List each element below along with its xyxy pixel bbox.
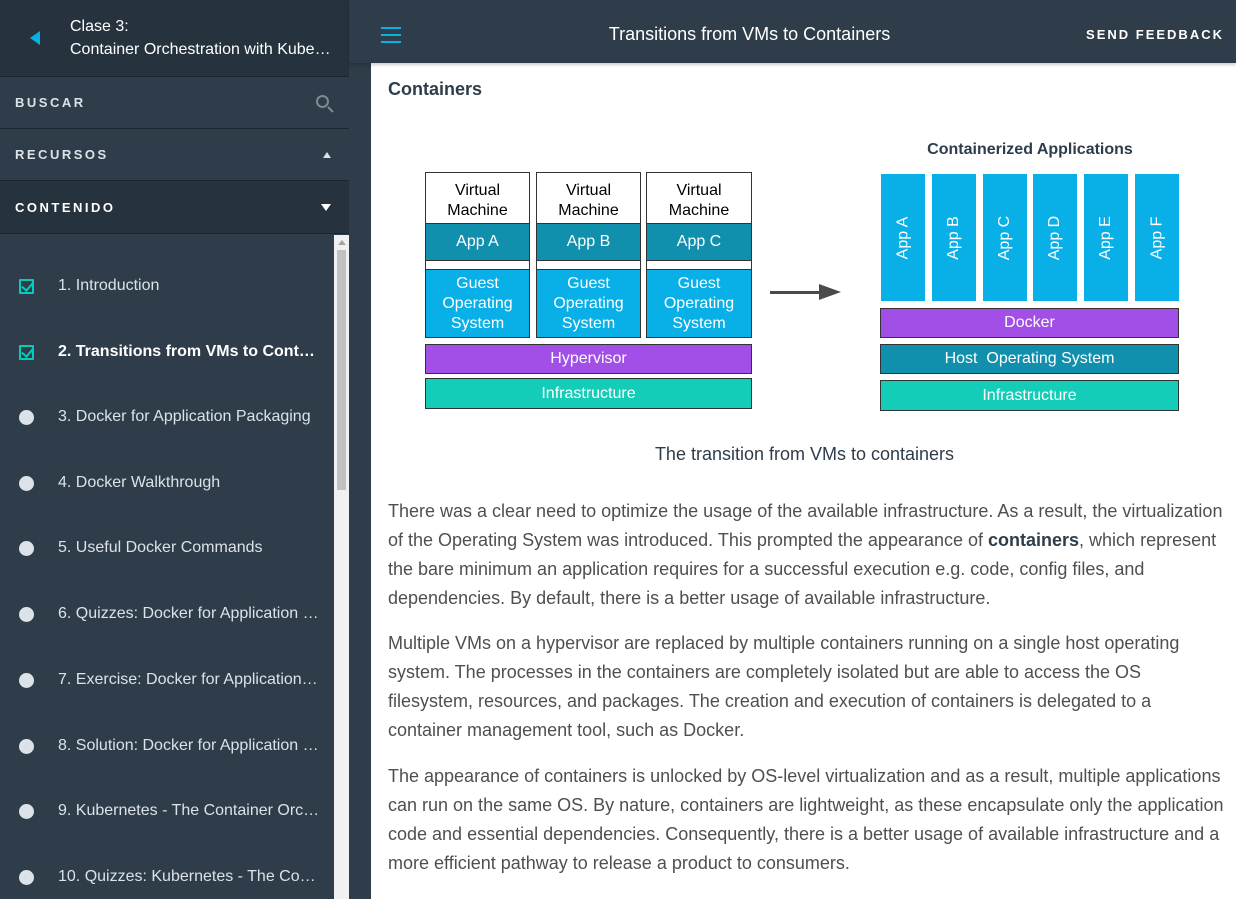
lesson-item[interactable]: 5. Useful Docker Commands [0,528,334,568]
lesson-item[interactable]: 3. Docker for Application Packaging [0,397,334,437]
scrollbar-thumb[interactable] [337,250,346,490]
incomplete-dot-icon [18,409,34,425]
host-os-layer: Host Operating System [880,344,1179,374]
completed-check-icon [18,344,34,360]
incomplete-dot-icon [18,475,34,491]
content-label: CONTENIDO [15,199,116,215]
container-app-e: App E [1083,173,1129,302]
vm-to-container-diagram: Virtual Machine Virtual Machine Virtual Mac… [371,63,1236,443]
guest-os: Guest Operating System [536,269,641,338]
vm-label: Virtual Machine [647,180,751,222]
lesson-list: 1. Introduction 2. Transitions from VMs … [0,235,334,899]
lesson-item[interactable]: 7. Exercise: Docker for Application Pack… [0,660,334,700]
course-header: Clase 3: Container Orchestration with Ku… [0,0,349,77]
incomplete-dot-icon [18,869,34,885]
lesson-label: 3. Docker for Application Packaging [58,408,311,425]
figure-caption: The transition from VMs to containers [654,444,955,464]
hypervisor-layer: Hypervisor [425,344,752,374]
course-title: Clase 3: Container Orchestration with Ku… [70,15,332,61]
vm-app-a: App A [425,223,530,261]
container-app-c: App C [982,173,1028,302]
guest-os: Guest Operating System [646,269,752,338]
container-app-d: App D [1032,173,1078,302]
guest-os: Guest Operating System [425,269,530,338]
page-title: Transitions from VMs to Containers [608,24,891,44]
lesson-item[interactable]: 9. Kubernetes - The Container Orchestrat… [0,791,334,831]
transition-arrow [770,291,822,294]
course-name: Container Orchestration with Kubernetes [70,41,332,58]
vm-app-c: App C [646,223,752,261]
arrow-head-icon [819,284,841,300]
search-row[interactable]: BUSCAR [0,77,349,129]
container-app-b: App B [931,173,977,302]
container-app-a: App A [880,173,926,302]
lesson-label: 10. Quizzes: Kubernetes - The Container … [58,868,320,885]
docker-layer: Docker [880,308,1179,338]
back-button[interactable] [0,31,70,45]
search-label: BUSCAR [15,95,86,110]
lesson-item[interactable]: 8. Solution: Docker for Application Pack… [0,726,334,766]
chevron-down-icon [321,203,331,211]
main-content: Containers Virtual Machine Virtual Machine… [371,63,1236,899]
lesson-label: 1. Introduction [58,277,160,294]
lesson-item[interactable]: 1. Introduction [0,266,334,306]
lesson-label: 9. Kubernetes - The Container Orchestrat… [58,802,320,819]
completed-check-icon [18,278,34,294]
scroll-up-icon[interactable] [338,240,346,245]
incomplete-dot-icon [18,672,34,688]
lesson-item[interactable]: 10. Quizzes: Kubernetes - The Container … [0,857,334,897]
resources-label: RECURSOS [15,147,109,162]
paragraph-2: Multiple VMs on a hypervisor are replace… [388,633,1180,740]
lesson-item[interactable]: 6. Quizzes: Docker for Application Packa… [0,594,334,634]
incomplete-dot-icon [18,803,34,819]
bold-term: containers [988,530,1080,550]
incomplete-dot-icon [18,540,34,556]
lesson-label: 5. Useful Docker Commands [58,539,263,556]
lesson-label: 6. Quizzes: Docker for Application Packa… [58,605,320,622]
sidebar-scrollbar[interactable] [334,235,349,899]
vm-label: Virtual Machine [537,180,640,222]
content-row[interactable]: CONTENIDO [0,181,349,234]
vm-label: Virtual Machine [426,180,529,222]
lesson-label: 2. Transitions from VMs to Containers [58,343,320,360]
paragraph-1: There was a clear need to optimize the u… [388,501,1223,608]
lesson-item-current[interactable]: 2. Transitions from VMs to Containers [0,332,334,372]
vm-app-b: App B [536,223,641,261]
right-infrastructure-layer: Infrastructure [880,380,1179,411]
infrastructure-layer: Infrastructure [425,378,752,409]
lesson-item[interactable]: 4. Docker Walkthrough [0,463,334,503]
lesson-label: 8. Solution: Docker for Application Pack… [58,737,320,754]
resources-row[interactable]: RECURSOS [0,129,349,181]
top-bar: Transitions from VMs to Containers SEND … [349,0,1236,63]
back-arrow-icon [30,31,40,45]
container-app-f: App F [1134,173,1180,302]
search-icon[interactable] [314,93,334,113]
lesson-label: 4. Docker Walkthrough [58,474,221,491]
send-feedback-button[interactable]: SEND FEEDBACK [1086,27,1224,42]
paragraph-3: The appearance of containers is unlocked… [388,766,1224,873]
chevron-up-icon [323,151,331,158]
incomplete-dot-icon [18,738,34,754]
containerized-title: Containerized Applications [927,141,1133,158]
lesson-label: 7. Exercise: Docker for Application Pack… [58,671,320,688]
course-number: Clase 3: [70,18,129,35]
incomplete-dot-icon [18,606,34,622]
